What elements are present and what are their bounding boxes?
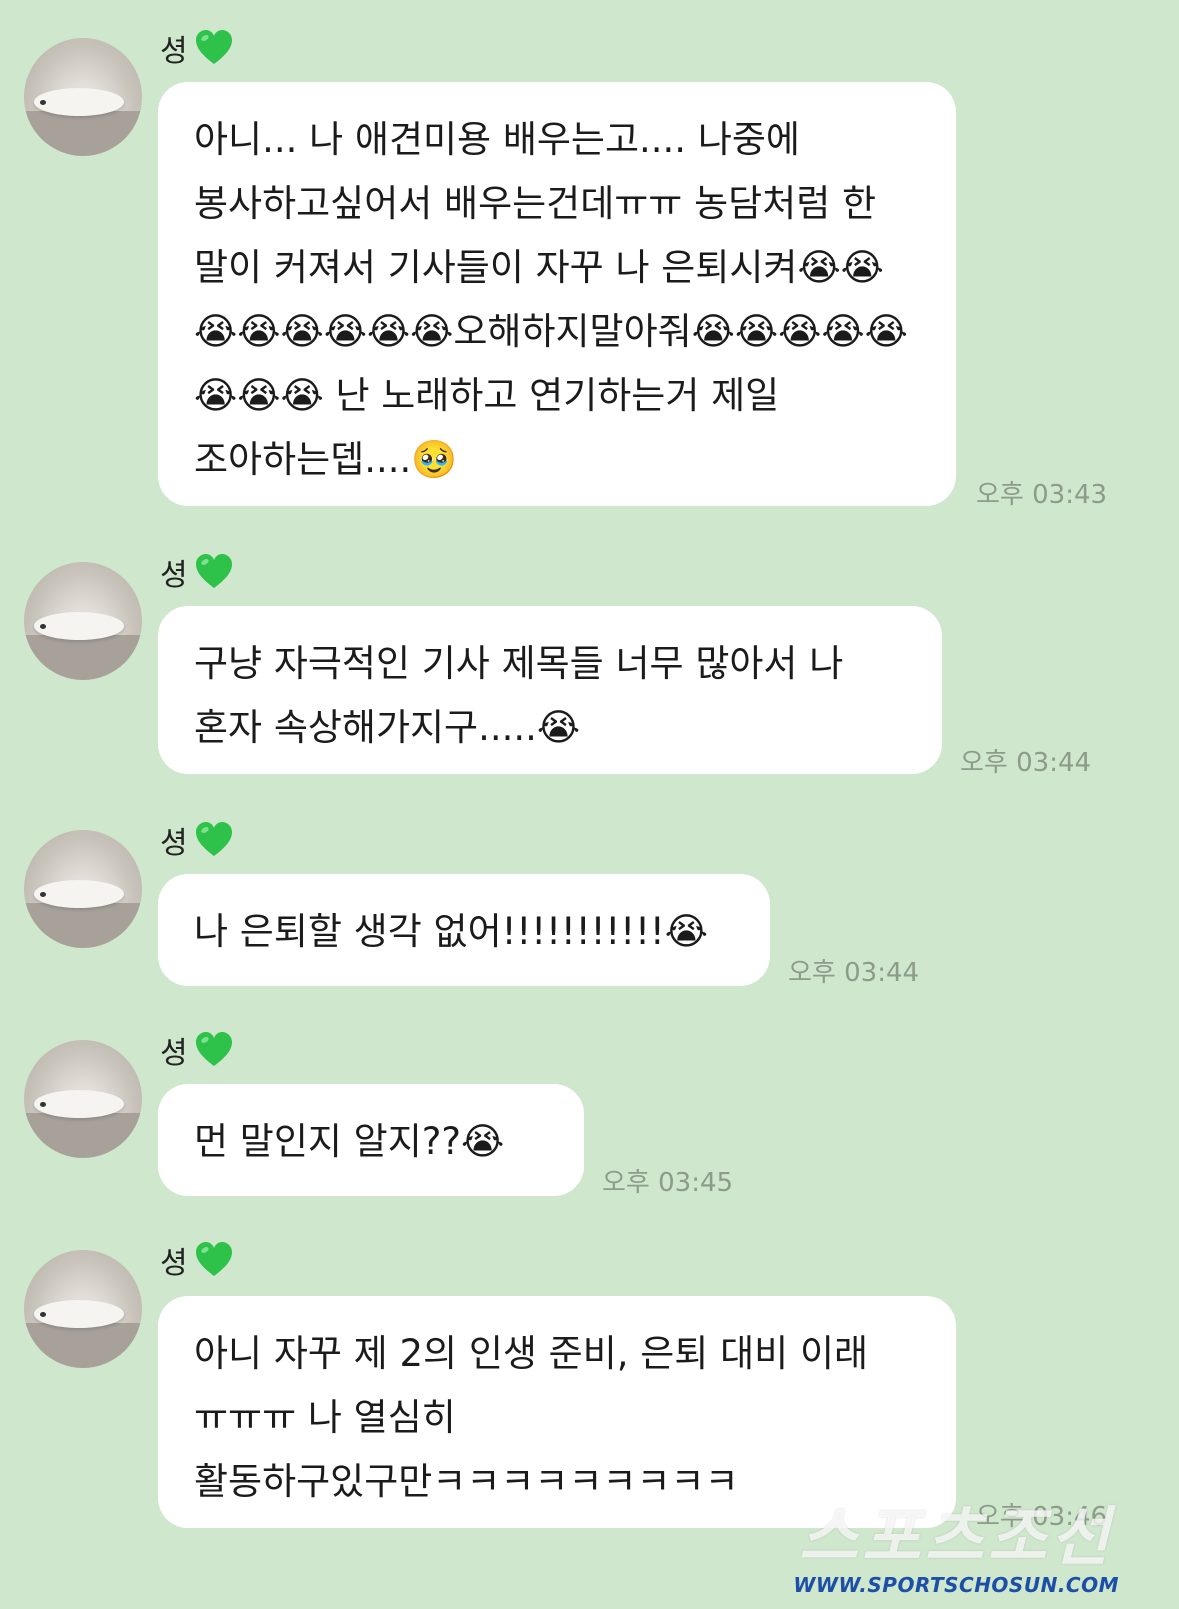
sender-name: 셩 (160, 558, 188, 593)
avatar[interactable] (24, 830, 142, 948)
sender-label: 셩 (160, 1028, 234, 1072)
sender-name: 셩 (160, 1036, 188, 1071)
green-heart-icon (195, 554, 232, 588)
sender-label: 셩 (160, 26, 234, 70)
message-text: 구냥 자극적인 기사 제목들 너무 많아서 나 혼자 속상해가지구.....😭 (194, 642, 856, 749)
message-text: 아니... 나 애견미용 배우는고.... 나중에 봉사하고싶어서 배우는건데ㅠ… (194, 118, 908, 481)
watermark: 스포츠조선 WWW.SPORTSCHOSUN.COM (793, 1503, 1119, 1597)
sender-label: 셩 (160, 1238, 234, 1282)
message-time: 오후 03:43 (976, 480, 1108, 510)
message-bubble[interactable]: 구냥 자극적인 기사 제목들 너무 많아서 나 혼자 속상해가지구.....😭 (158, 606, 942, 774)
sender-name: 셩 (160, 34, 188, 69)
sender-label: 셩 (160, 550, 234, 594)
watermark-logo: 스포츠조선 (798, 1501, 1114, 1575)
message-bubble[interactable]: 아니... 나 애견미용 배우는고.... 나중에 봉사하고싶어서 배우는건데ㅠ… (158, 82, 956, 506)
message-time: 오후 03:44 (788, 958, 920, 988)
message-text: 나 은퇴할 생각 없어!!!!!!!!!!!😭 (194, 910, 708, 953)
avatar[interactable] (24, 1040, 142, 1158)
message-text: 먼 말인지 알지??😭 (194, 1120, 505, 1163)
message-bubble[interactable]: 아니 자꾸 제 2의 인생 준비, 은퇴 대비 이래 ㅠㅠㅠ 나 열심히 활동하… (158, 1296, 956, 1528)
message-time: 오후 03:45 (602, 1168, 734, 1198)
sender-name: 셩 (160, 1246, 188, 1281)
green-heart-icon (195, 30, 232, 64)
message-bubble[interactable]: 먼 말인지 알지??😭 (158, 1084, 584, 1196)
green-heart-icon (195, 1032, 232, 1066)
message-time: 오후 03:44 (960, 748, 1092, 778)
avatar[interactable] (24, 1250, 142, 1368)
avatar[interactable] (24, 38, 142, 156)
watermark-url: WWW.SPORTSCHOSUN.COM (793, 1573, 1119, 1597)
message-text: 아니 자꾸 제 2의 인생 준비, 은퇴 대비 이래 ㅠㅠㅠ 나 열심히 활동하… (194, 1332, 880, 1503)
avatar[interactable] (24, 562, 142, 680)
green-heart-icon (195, 822, 232, 856)
green-heart-icon (195, 1242, 232, 1276)
sender-label: 셩 (160, 818, 234, 862)
sender-name: 셩 (160, 826, 188, 861)
message-bubble[interactable]: 나 은퇴할 생각 없어!!!!!!!!!!!😭 (158, 874, 770, 986)
